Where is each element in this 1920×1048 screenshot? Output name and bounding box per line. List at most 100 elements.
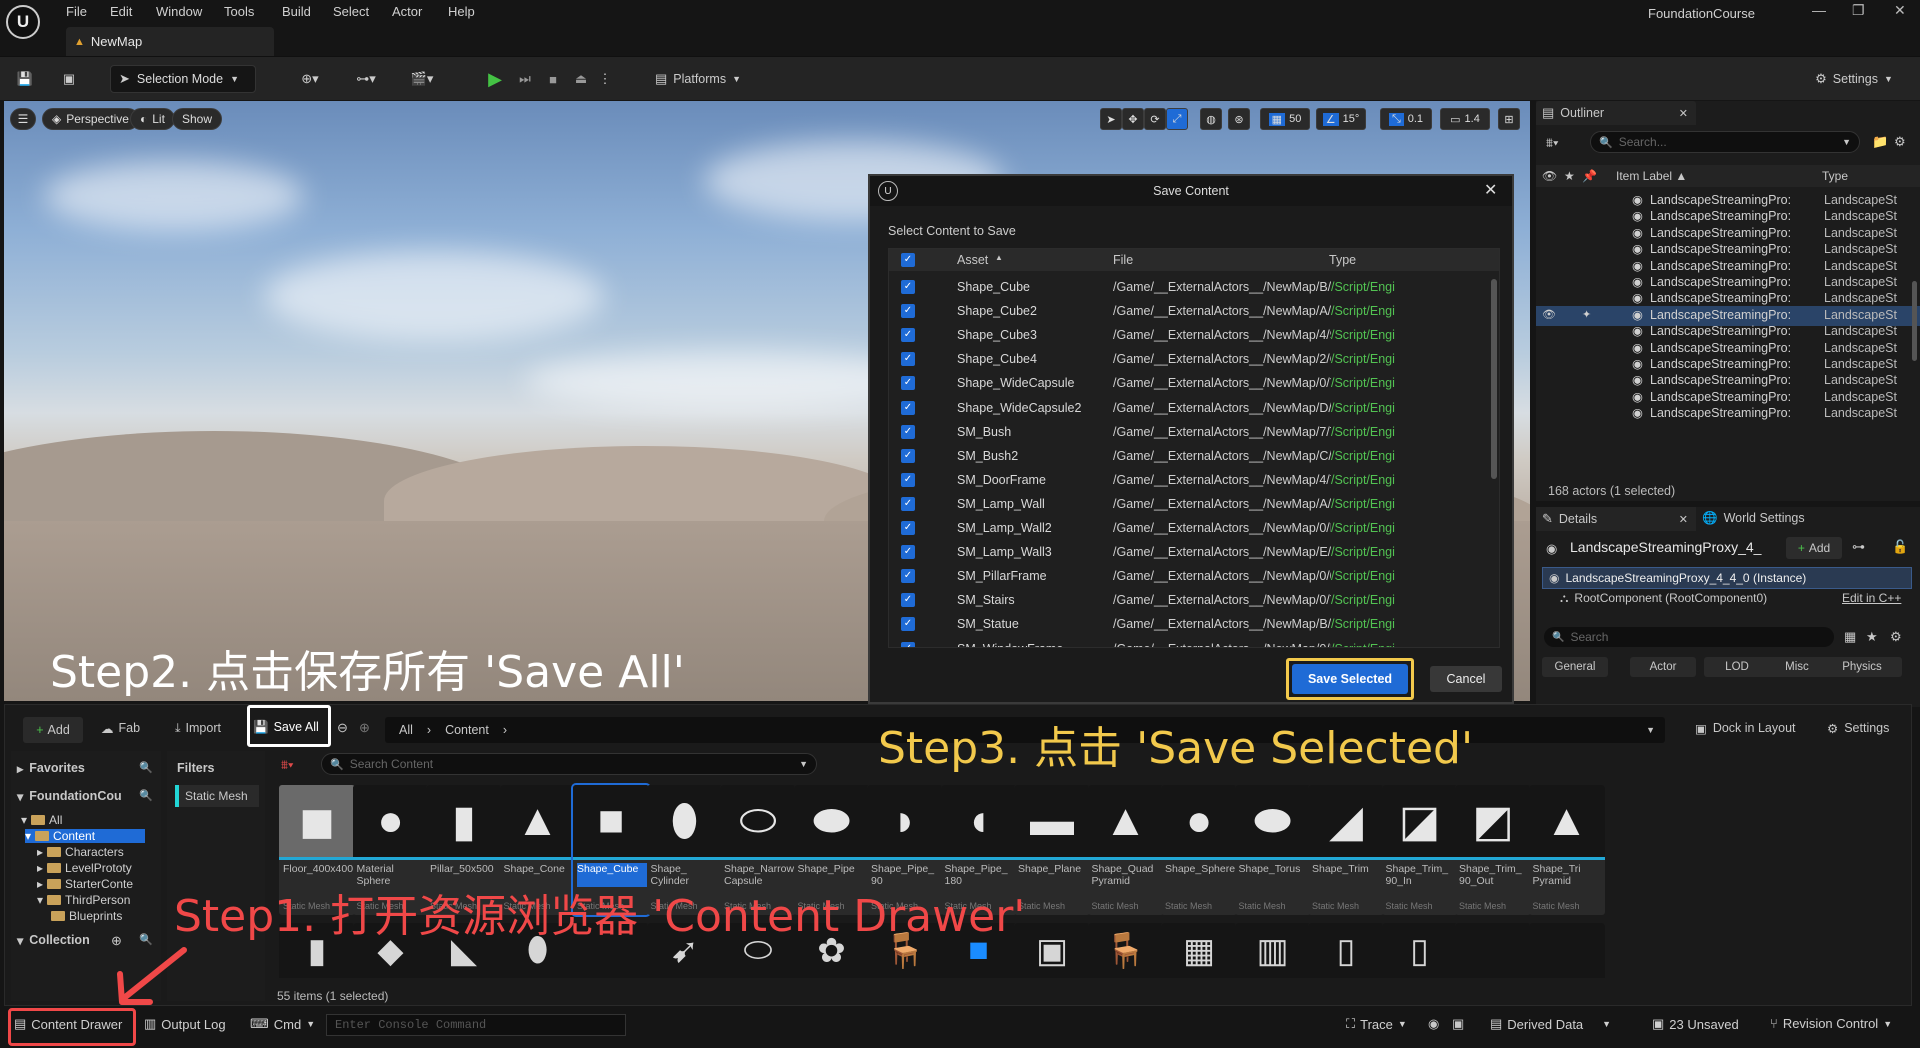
grid-snap-button[interactable]: ▦ 50 — [1260, 108, 1310, 130]
asset-checkbox[interactable]: ✓ — [901, 328, 915, 343]
close-icon[interactable]: ✕ — [1679, 107, 1688, 120]
col-asset[interactable]: Asset — [957, 253, 988, 267]
show-button[interactable]: Show — [172, 108, 223, 130]
collection-header[interactable]: ▾ Collection — [17, 933, 90, 948]
asset-tile[interactable] — [1528, 923, 1605, 978]
asset-checkbox[interactable]: ✓ — [901, 521, 915, 535]
dialog-asset-row[interactable]: ✓ Shape_Cube2/Game/__ExternalActors__/New… — [889, 299, 1499, 323]
tree-all[interactable]: ▾ All — [21, 813, 62, 827]
menu-actor[interactable]: Actor — [392, 4, 422, 19]
dialog-asset-row[interactable]: ✓ Shape_Cube/Game/__ExternalActors__/NewM… — [889, 275, 1499, 299]
menu-file[interactable]: File — [66, 4, 87, 19]
import-button[interactable]: ⤓ Import — [175, 721, 221, 736]
favorites-header[interactable]: ▸ Favorites — [17, 761, 85, 776]
outliner-scrollbar[interactable] — [1912, 281, 1917, 361]
platforms-button[interactable]: ▤ Platforms ▼ — [648, 65, 748, 93]
add-folder-icon[interactable]: 📁 — [1872, 134, 1888, 150]
cancel-button[interactable]: Cancel — [1430, 666, 1502, 692]
details-tab[interactable]: ✎ Details ✕ — [1536, 507, 1696, 531]
asset-tile[interactable]: ▲ Shape_Quad Pyramid Static Mesh — [1087, 785, 1164, 915]
tree-levelprototyping[interactable]: ▸ LevelPrototy — [37, 861, 132, 875]
close-window-icon[interactable]: ✕ — [1894, 2, 1906, 19]
menu-edit[interactable]: Edit — [110, 4, 132, 19]
dialog-scrollbar[interactable] — [1491, 279, 1497, 479]
dialog-close-icon[interactable]: ✕ — [1484, 180, 1497, 200]
world-settings-tab[interactable]: 🌐 World Settings — [1702, 511, 1805, 526]
history-back-icon[interactable]: ⊖ — [337, 720, 348, 736]
col-item-label[interactable]: Item Label ▲ — [1616, 169, 1687, 183]
tree-blueprints[interactable]: Blueprints — [51, 909, 122, 923]
asset-checkbox[interactable]: ✓ — [901, 641, 915, 647]
asset-tile[interactable]: ▣ — [1014, 923, 1090, 978]
cinematics-icon[interactable]: 🎬▾ — [402, 65, 442, 93]
asset-checkbox[interactable]: ✓ — [901, 280, 915, 294]
world-space-icon[interactable]: ◍ — [1200, 108, 1222, 130]
select-all-checkbox[interactable]: ✓ — [901, 253, 915, 267]
rotate-tool-icon[interactable]: ⟳ — [1144, 108, 1166, 130]
dialog-asset-row[interactable]: ✓ SM_PillarFrame/Game/__ExternalActors__/… — [889, 564, 1499, 588]
eject-icon[interactable]: ⏏ — [568, 65, 594, 93]
history-forward-icon[interactable]: ⊕ — [359, 720, 370, 736]
details-category-tab[interactable]: General — [1542, 657, 1608, 677]
dialog-asset-row[interactable]: ✓ SM_Statue/Game/__ExternalActors__/NewMa… — [889, 612, 1499, 636]
dialog-asset-row[interactable]: ✓ SM_Lamp_Wall2/Game/__ExternalActors__/N… — [889, 516, 1499, 540]
star-icon[interactable]: ★ — [1866, 629, 1878, 645]
dock-in-layout-button[interactable]: ▣ Dock in Layout — [1695, 721, 1796, 736]
filter-icon[interactable]: ⩩▾ — [1546, 135, 1558, 151]
map-tab[interactable]: ▲ NewMap — [66, 27, 274, 56]
filter-icon[interactable]: ⩩▾ — [281, 757, 293, 773]
eye-icon[interactable]: 👁 — [1542, 308, 1556, 321]
revision-control-button[interactable]: ⑂ Revision Control ▼ — [1770, 1016, 1892, 1031]
asset-tile[interactable] — [1455, 923, 1531, 978]
console-input[interactable]: Enter Console Command — [326, 1014, 626, 1036]
col-type[interactable]: Type — [1329, 253, 1356, 267]
col-file[interactable]: File — [1113, 253, 1133, 267]
minimize-icon[interactable]: — — [1812, 2, 1826, 18]
dialog-asset-row[interactable]: ✓ SM_Lamp_Wall3/Game/__ExternalActors__/N… — [889, 540, 1499, 564]
select-tool-icon[interactable]: ➤ — [1100, 108, 1122, 130]
derived-data-button[interactable]: ▤ Derived Data ▼ — [1490, 1016, 1611, 1032]
scale-snap-button[interactable]: ⤡ 0.1 — [1380, 108, 1432, 130]
stop-icon[interactable]: ■ — [540, 65, 566, 93]
asset-tile[interactable]: ▥ — [1234, 923, 1311, 978]
content-search-input[interactable]: 🔍 Search Content ▼ — [321, 753, 817, 775]
edit-in-cpp-link[interactable]: Edit in C++ — [1842, 591, 1901, 605]
details-category-tab[interactable]: LOD — [1704, 657, 1770, 677]
asset-checkbox[interactable]: ✓ — [901, 545, 915, 560]
gear-icon[interactable]: ⚙ — [1890, 629, 1902, 645]
angle-snap-button[interactable]: ∠ 15° — [1316, 108, 1366, 130]
breadcrumb-all[interactable]: All — [399, 723, 413, 737]
camera-speed-button[interactable]: ▭ 1.4 — [1440, 108, 1490, 130]
asset-tile[interactable]: ▲ Shape_Tri Pyramid Static Mesh — [1528, 785, 1605, 915]
browse-icon[interactable]: ▣ — [56, 65, 82, 93]
asset-checkbox[interactable]: ✓ — [901, 593, 915, 608]
asset-checkbox[interactable]: ✓ — [901, 569, 915, 584]
tree-content[interactable]: ▾ Content — [25, 829, 145, 843]
dialog-asset-row[interactable]: ✓ Shape_Cube3/Game/__ExternalActors__/New… — [889, 323, 1499, 347]
close-icon[interactable]: ✕ — [1679, 513, 1688, 526]
content-drawer-button[interactable]: ▤ Content Drawer — [14, 1016, 122, 1032]
asset-checkbox[interactable]: ✓ — [901, 400, 915, 415]
menu-tools[interactable]: Tools — [224, 4, 254, 19]
unsaved-button[interactable]: ▣ 23 Unsaved — [1652, 1016, 1739, 1032]
details-category-tab[interactable]: Physics — [1822, 657, 1902, 677]
asset-checkbox[interactable]: ✓ — [901, 617, 915, 632]
dialog-asset-row[interactable]: ✓ SM_WindowFrame/Game/__ExternalActors__/… — [889, 637, 1499, 647]
asset-checkbox[interactable]: ✓ — [901, 376, 915, 391]
asset-tile[interactable]: ⬬ Shape_Torus Static Mesh — [1234, 785, 1311, 915]
cb-add-button[interactable]: + Add — [23, 717, 83, 743]
save-all-button[interactable]: 💾 Save All — [253, 715, 319, 739]
dialog-asset-row[interactable]: ✓ SM_Bush2/Game/__ExternalActors__/NewMap… — [889, 444, 1499, 468]
instance-row[interactable]: ◉ LandscapeStreamingProxy_4_4_0 (Instance… — [1542, 567, 1912, 589]
menu-help[interactable]: Help — [448, 4, 475, 19]
asset-checkbox[interactable]: ✓ — [901, 304, 915, 319]
add-actor-icon[interactable]: ⊕▾ — [290, 65, 330, 93]
asset-checkbox[interactable]: ✓ — [901, 496, 915, 511]
asset-tile[interactable]: ▯ — [1381, 923, 1458, 978]
asset-tile[interactable]: ▯ — [1308, 923, 1384, 978]
project-header[interactable]: ▾ FoundationCou — [17, 789, 122, 804]
details-category-tab[interactable]: Actor — [1630, 657, 1696, 677]
asset-tile[interactable]: ◢ Shape_Trim Static Mesh — [1308, 785, 1384, 915]
output-log-button[interactable]: ▥ Output Log — [144, 1016, 226, 1032]
asset-tile[interactable]: ◪ Shape_Trim_ 90_In Static Mesh — [1381, 785, 1458, 915]
